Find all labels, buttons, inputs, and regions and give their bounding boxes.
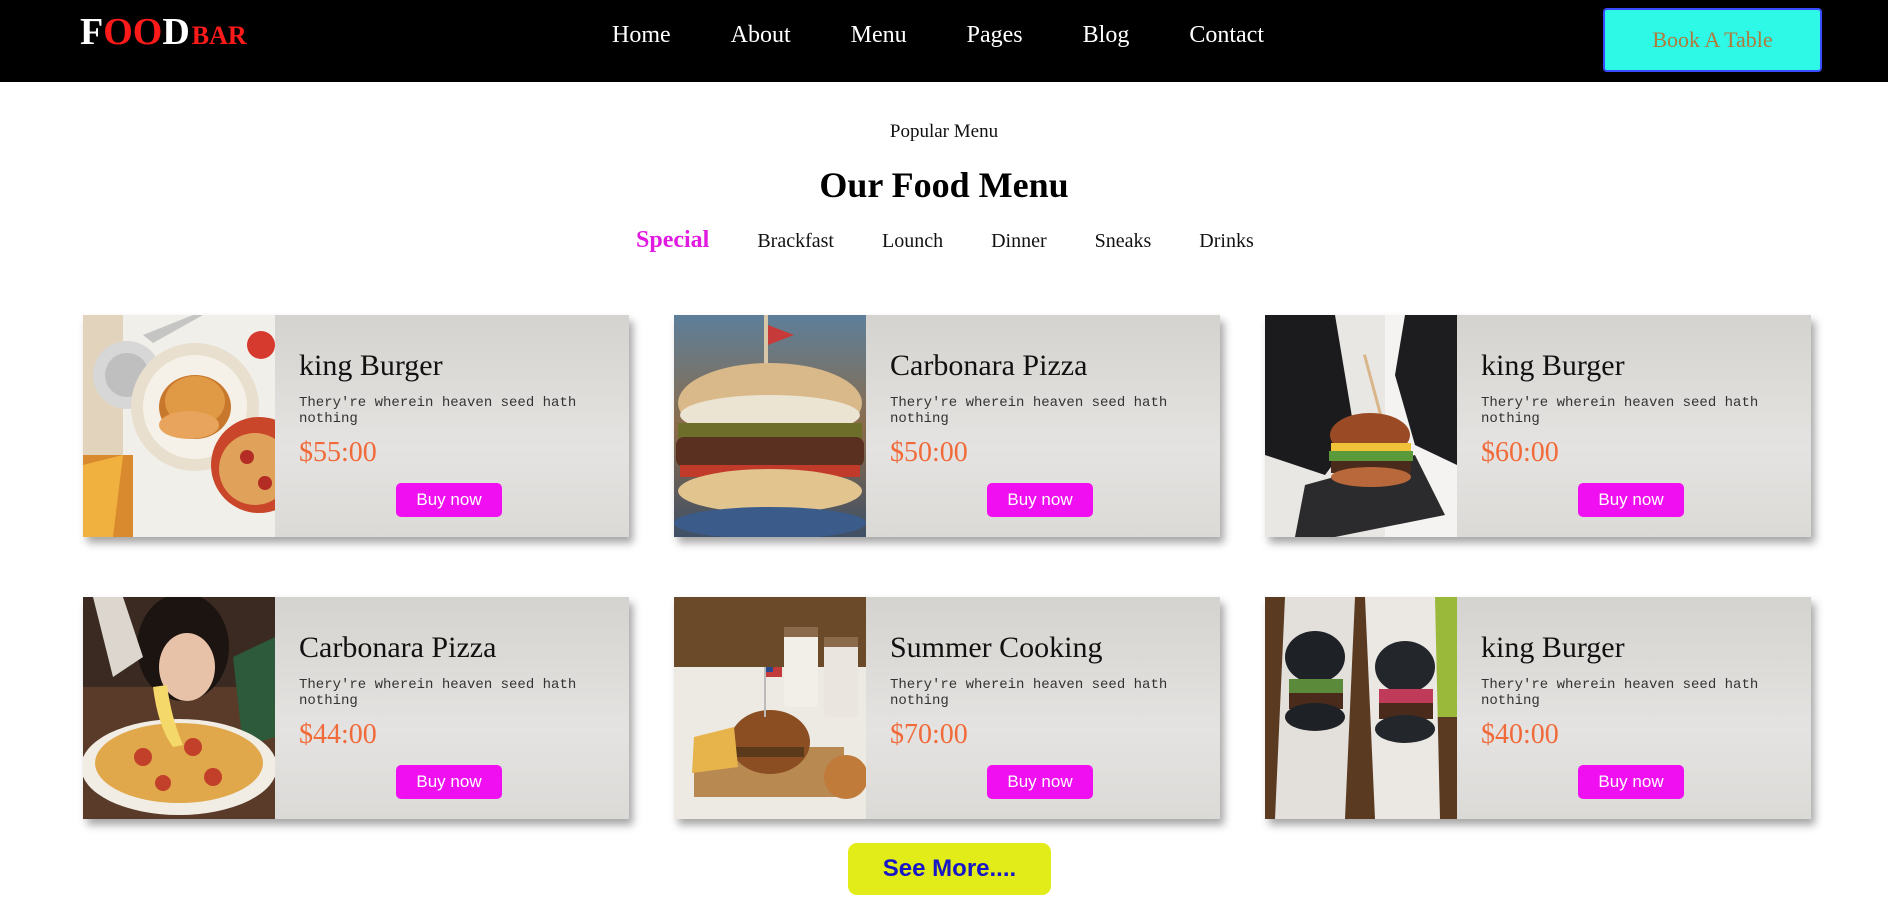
logo-bar: BAR — [191, 21, 247, 50]
card-body: Summer Cooking Thery're wherein heaven s… — [866, 597, 1220, 819]
item-price: $70:00 — [890, 719, 968, 750]
top-navbar: F OO D BAR Home About Menu Pages Blog Co… — [0, 0, 1888, 82]
logo-letters-oo: OO — [103, 11, 163, 53]
menu-tabs: Special Brackfast Lounch Dinner Sneaks D… — [636, 227, 1254, 254]
card-body: Carbonara Pizza Thery're wherein heaven … — [866, 315, 1220, 537]
item-price: $55:00 — [299, 437, 377, 468]
main-nav: Home About Menu Pages Blog Contact — [612, 22, 1264, 49]
item-description: Thery're wherein heaven seed hath nothin… — [299, 677, 577, 709]
item-name: Carbonara Pizza — [299, 631, 497, 664]
tab-special[interactable]: Special — [636, 227, 709, 254]
nav-blog[interactable]: Blog — [1083, 22, 1130, 49]
item-price: $44:00 — [299, 719, 377, 750]
buy-now-button[interactable]: Buy now — [396, 765, 502, 799]
logo-letter-f: F — [80, 11, 104, 53]
buy-now-button[interactable]: Buy now — [1578, 765, 1684, 799]
nav-about[interactable]: About — [731, 22, 791, 49]
item-price: $60:00 — [1481, 437, 1559, 468]
card-body: Carbonara Pizza Thery're wherein heaven … — [275, 597, 629, 819]
menu-card: king Burger Thery're wherein heaven seed… — [1265, 315, 1811, 537]
buy-now-button[interactable]: Buy now — [1578, 483, 1684, 517]
item-description: Thery're wherein heaven seed hath nothin… — [890, 677, 1168, 709]
section-eyebrow: Popular Menu — [889, 121, 999, 142]
card-body: king Burger Thery're wherein heaven seed… — [275, 315, 629, 537]
menu-card: king Burger Thery're wherein heaven seed… — [1265, 597, 1811, 819]
tab-dinner[interactable]: Dinner — [991, 230, 1047, 253]
tab-breakfast[interactable]: Brackfast — [757, 230, 834, 253]
menu-card: king Burger Thery're wherein heaven seed… — [83, 315, 629, 537]
black-bun-burgers-photo — [1265, 597, 1457, 819]
item-description: Thery're wherein heaven seed hath nothin… — [1481, 677, 1759, 709]
nav-home[interactable]: Home — [612, 22, 671, 49]
buy-now-button[interactable]: Buy now — [987, 483, 1093, 517]
buy-now-button[interactable]: Buy now — [987, 765, 1093, 799]
burger-closeup-photo — [674, 315, 866, 537]
burger-plate-photo — [83, 315, 275, 537]
burger-fries-flags-photo — [674, 597, 866, 819]
menu-card: Summer Cooking Thery're wherein heaven s… — [674, 597, 1220, 819]
item-name: king Burger — [1481, 631, 1625, 664]
item-price: $50:00 — [890, 437, 968, 468]
tab-drinks[interactable]: Drinks — [1199, 230, 1253, 253]
see-more-button[interactable]: See More.... — [848, 843, 1051, 895]
tab-lunch[interactable]: Lounch — [882, 230, 943, 253]
section-title: Our Food Menu — [819, 165, 1069, 205]
logo-letter-d: D — [162, 11, 190, 53]
nav-contact[interactable]: Contact — [1189, 22, 1264, 49]
card-body: king Burger Thery're wherein heaven seed… — [1457, 315, 1811, 537]
nav-menu[interactable]: Menu — [851, 22, 907, 49]
menu-card: Carbonara Pizza Thery're wherein heaven … — [674, 315, 1220, 537]
item-description: Thery're wherein heaven seed hath nothin… — [299, 395, 577, 427]
menu-card: Carbonara Pizza Thery're wherein heaven … — [83, 597, 629, 819]
item-name: Carbonara Pizza — [890, 349, 1088, 382]
card-body: king Burger Thery're wherein heaven seed… — [1457, 597, 1811, 819]
item-name: king Burger — [299, 349, 443, 382]
tab-snacks[interactable]: Sneaks — [1095, 230, 1152, 253]
buy-now-button[interactable]: Buy now — [396, 483, 502, 517]
item-price: $40:00 — [1481, 719, 1559, 750]
item-name: Summer Cooking — [890, 631, 1103, 664]
book-table-button[interactable]: Book A Table — [1603, 8, 1822, 72]
item-description: Thery're wherein heaven seed hath nothin… — [1481, 395, 1759, 427]
site-logo[interactable]: F OO D BAR — [80, 10, 247, 53]
burger-gloves-photo — [1265, 315, 1457, 537]
item-description: Thery're wherein heaven seed hath nothin… — [890, 395, 1168, 427]
item-name: king Burger — [1481, 349, 1625, 382]
pizza-cheese-pull-photo — [83, 597, 275, 819]
nav-pages[interactable]: Pages — [967, 22, 1023, 49]
